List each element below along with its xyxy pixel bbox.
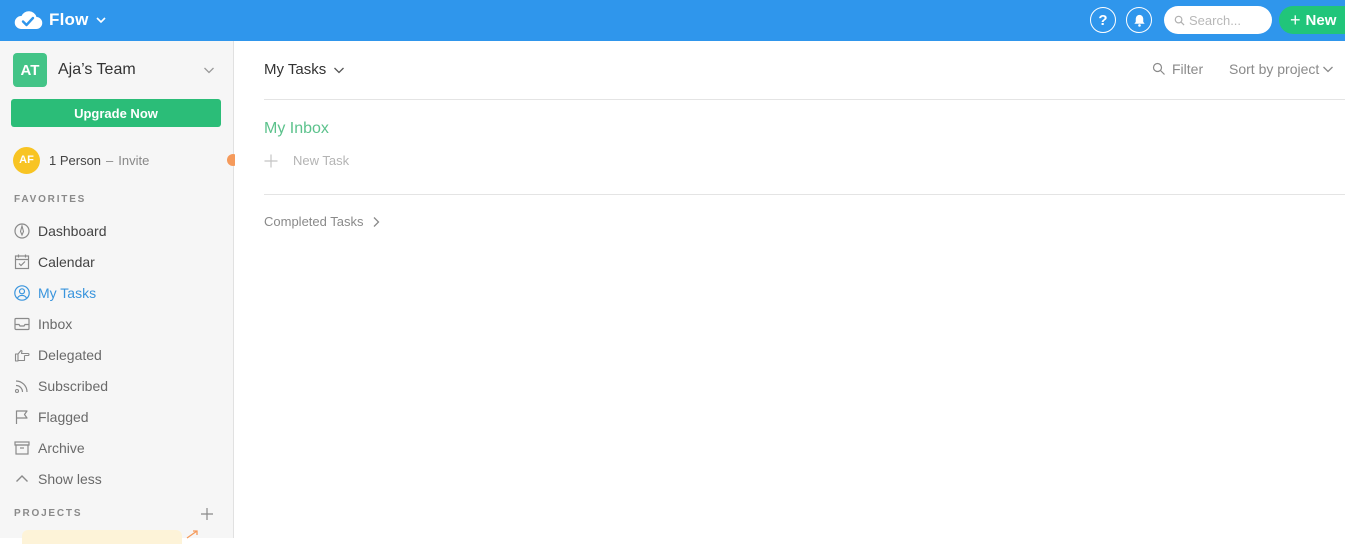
sidebar-item-label: Subscribed [38,377,109,394]
show-less-toggle[interactable]: Show less [13,463,228,494]
new-task-label: New Task [293,153,350,168]
new-task-button[interactable]: New Task [264,153,349,168]
team-members: AF 1 Person – Invite [13,146,239,174]
sidebar: AT Aja’s Team Upgrade Now AF 1 Person – … [0,41,239,544]
app-switcher[interactable]: Flow [13,7,107,33]
team-switcher[interactable]: AT Aja’s Team [13,53,223,87]
favorites-heading: FAVORITES [14,194,87,205]
sidebar-item-label: Inbox [38,315,73,332]
upgrade-button[interactable]: Upgrade Now [11,99,221,127]
filter-button[interactable]: Filter [1152,61,1203,77]
chevron-down-icon [334,67,345,73]
sidebar-item-label: Delegated [38,346,102,363]
divider [264,99,1345,100]
chevron-right-icon [374,216,380,227]
main-content: My Tasks Filter Sort by project My Inbox… [235,41,1345,538]
page-title: My Tasks [264,61,327,78]
new-button[interactable]: + New [1279,6,1345,34]
sidebar-item-label: Calendar [38,253,95,270]
projects-heading: PROJECTS [14,508,83,519]
cloud-check-icon [14,11,43,30]
sidebar-item-flagged[interactable]: Flagged [13,401,228,432]
top-bar: Flow ? + New [0,0,1345,41]
flag-icon [15,409,28,424]
plus-icon: + [1290,10,1301,30]
plus-icon [264,154,278,167]
sidebar-item-inbox[interactable]: Inbox [13,308,228,339]
favorites-nav: Dashboard Calendar My Tasks Inbox Delega… [13,215,228,494]
search-icon [1174,15,1185,26]
projects-hint [22,530,182,544]
help-label: ? [1098,11,1108,29]
rss-icon [14,379,28,393]
sidebar-item-label: Show less [38,470,102,487]
sidebar-item-dashboard[interactable]: Dashboard [13,215,228,246]
search-input[interactable] [1189,12,1269,28]
compass-icon [14,222,30,239]
chevron-down-icon [1323,66,1334,73]
hand-point-icon [14,349,30,362]
user-circle-icon [14,284,30,301]
help-button[interactable]: ? [1090,7,1116,33]
chevron-up-icon [16,474,28,482]
completed-tasks-label: Completed Tasks [264,214,364,229]
team-name: Aja’s Team [58,61,136,78]
sidebar-item-my-tasks[interactable]: My Tasks [13,277,228,308]
bell-icon [1133,14,1145,27]
sort-dropdown[interactable]: Sort by project [1229,61,1334,77]
invite-link[interactable]: Invite [118,153,149,168]
sidebar-item-calendar[interactable]: Calendar [13,246,228,277]
separator: – [106,152,114,168]
sidebar-item-delegated[interactable]: Delegated [13,339,228,370]
search-icon [1152,62,1165,75]
sort-label: Sort by project [1229,61,1320,77]
sidebar-item-archive[interactable]: Archive [13,432,228,463]
sidebar-item-label: Flagged [38,408,89,425]
app-name: Flow [49,10,89,29]
calendar-icon [14,254,30,269]
sidebar-item-label: My Tasks [38,284,97,301]
inbox-icon [14,317,30,330]
new-button-label: New [1305,11,1337,29]
archive-icon [14,440,30,455]
sidebar-item-label: Dashboard [38,222,107,239]
sidebar-item-subscribed[interactable]: Subscribed [13,370,228,401]
notifications-button[interactable] [1126,7,1152,33]
view-selector[interactable]: My Tasks [264,61,345,78]
filter-label: Filter [1172,61,1204,77]
divider [264,194,1345,195]
inbox-heading[interactable]: My Inbox [264,120,329,138]
chevron-down-icon [204,67,214,74]
search-box[interactable] [1164,6,1272,34]
member-count: 1 Person [49,152,102,168]
sidebar-item-label: Archive [38,439,85,456]
chevron-down-icon [95,17,106,24]
avatar[interactable]: AF [13,146,40,174]
add-project-icon[interactable] [199,506,215,522]
completed-tasks-link[interactable]: Completed Tasks [264,214,382,229]
team-avatar: AT [13,53,47,87]
